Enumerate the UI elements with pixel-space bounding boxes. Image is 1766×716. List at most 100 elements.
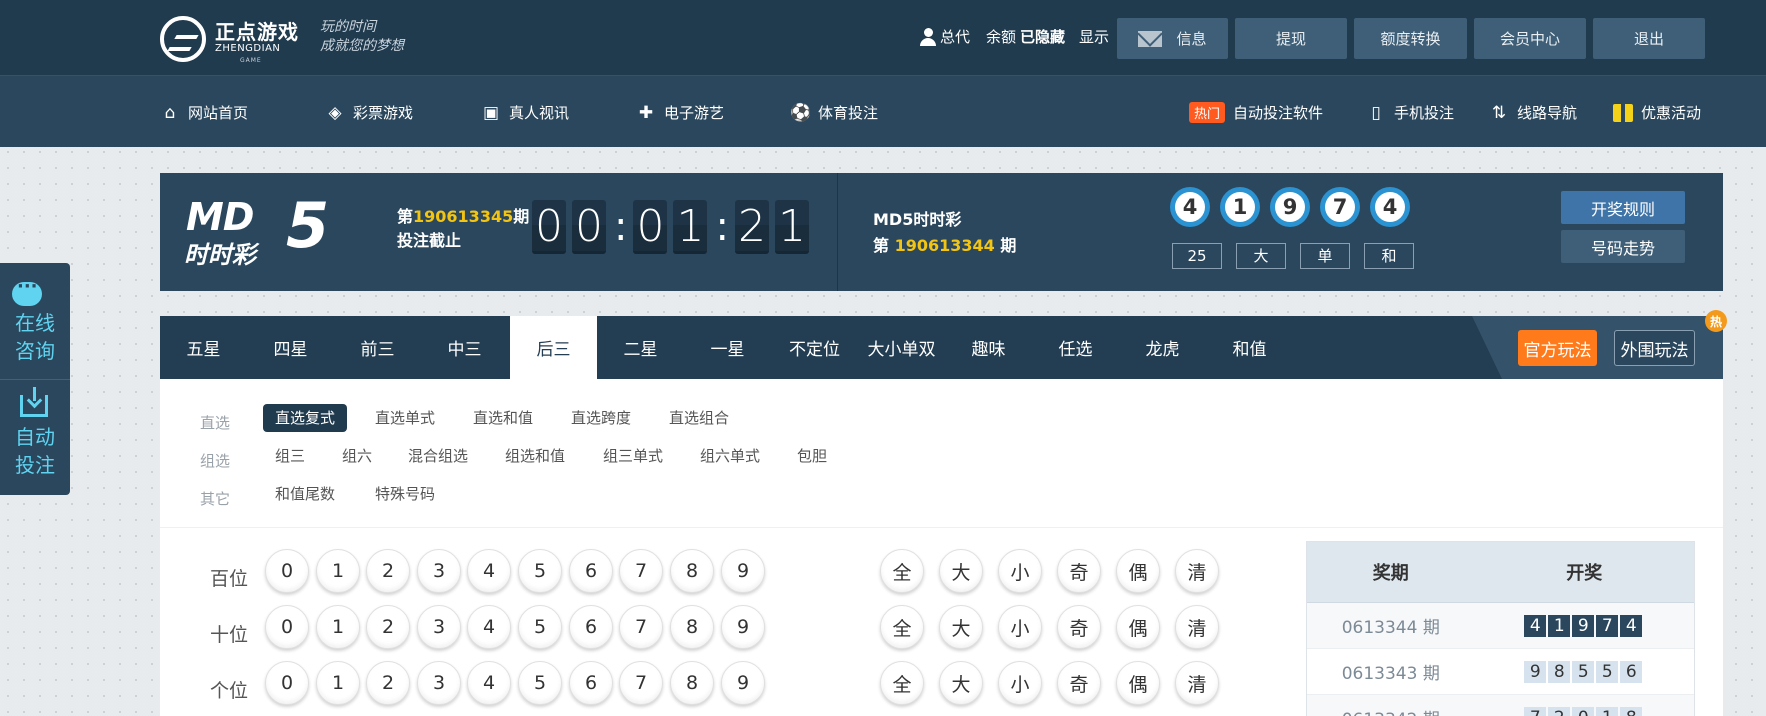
number-ball[interactable]: 8 — [670, 661, 714, 705]
number-ball[interactable]: 4 — [467, 605, 511, 649]
result-ball-number: 7 — [1325, 192, 1355, 222]
outer-play-button[interactable]: 外围玩法 — [1614, 330, 1695, 366]
number-ball[interactable]: 1 — [316, 661, 360, 705]
tab-five-star[interactable]: 五星 — [160, 316, 247, 379]
show-balance-link[interactable]: 显示 — [1079, 26, 1109, 47]
tab-one-star[interactable]: 一星 — [684, 316, 771, 379]
number-ball[interactable]: 1 — [316, 605, 360, 649]
messages-button[interactable]: 信息 — [1117, 18, 1228, 59]
quick-select-button[interactable]: 清 — [1175, 605, 1219, 649]
nav-auto-bet-software[interactable]: 热门 自动投注软件 — [1189, 102, 1323, 123]
tab-four-star[interactable]: 四星 — [247, 316, 334, 379]
nav-lottery[interactable]: ◈ 彩票游戏 — [325, 102, 413, 123]
official-play-button[interactable]: 官方玩法 — [1518, 330, 1597, 366]
number-ball[interactable]: 0 — [265, 549, 309, 593]
quick-select-button[interactable]: 奇 — [1057, 605, 1101, 649]
number-ball[interactable]: 2 — [366, 605, 410, 649]
number-ball[interactable]: 0 — [265, 661, 309, 705]
result-tag-sum: 25 — [1172, 243, 1222, 269]
tab-fun[interactable]: 趣味 — [945, 316, 1032, 379]
tab-front-three[interactable]: 前三 — [334, 316, 421, 379]
number-ball[interactable]: 6 — [569, 605, 613, 649]
number-ball[interactable]: 9 — [721, 605, 765, 649]
nav-slots[interactable]: ✚ 电子游艺 — [636, 102, 724, 123]
tab-sum[interactable]: 和值 — [1206, 316, 1293, 379]
number-ball[interactable]: 3 — [417, 605, 461, 649]
number-ball[interactable]: 6 — [569, 549, 613, 593]
tab-two-star[interactable]: 二星 — [597, 316, 684, 379]
subplay-sum-tail[interactable]: 和值尾数 — [263, 480, 347, 508]
number-ball[interactable]: 5 — [518, 605, 562, 649]
number-ball[interactable]: 1 — [316, 549, 360, 593]
number-ball[interactable]: 4 — [467, 549, 511, 593]
number-ball[interactable]: 2 — [366, 549, 410, 593]
member-center-button[interactable]: 会员中心 — [1474, 18, 1586, 59]
subplay-special-number[interactable]: 特殊号码 — [363, 480, 447, 508]
quick-select-button[interactable]: 奇 — [1057, 661, 1101, 705]
subplay-direct-single[interactable]: 直选单式 — [363, 404, 447, 432]
number-ball[interactable]: 2 — [366, 661, 410, 705]
quick-select-button[interactable]: 大 — [939, 549, 983, 593]
tab-unfixed[interactable]: 不定位 — [771, 316, 858, 379]
number-ball[interactable]: 8 — [670, 605, 714, 649]
draw-rules-button[interactable]: 开奖规则 — [1561, 191, 1685, 224]
tab-middle-three[interactable]: 中三 — [421, 316, 508, 379]
subplay-mixed-group[interactable]: 混合组选 — [396, 442, 480, 470]
current-issue-suffix: 期 — [513, 207, 530, 226]
subplay-direct-sum[interactable]: 直选和值 — [461, 404, 545, 432]
quick-select-button[interactable]: 小 — [998, 605, 1042, 649]
quick-select-button[interactable]: 清 — [1175, 661, 1219, 705]
quick-select-button[interactable]: 全 — [880, 605, 924, 649]
nav-line-navigation[interactable]: ⇅ 线路导航 — [1489, 102, 1577, 123]
subplay-direct-multiple[interactable]: 直选复式 — [263, 404, 348, 432]
number-ball[interactable]: 0 — [265, 605, 309, 649]
transfer-button[interactable]: 额度转换 — [1354, 18, 1467, 59]
quick-select-button[interactable]: 奇 — [1057, 549, 1101, 593]
number-ball[interactable]: 9 — [721, 549, 765, 593]
subgroup-label-group: 组选 — [200, 452, 231, 470]
subplay-direct-combo[interactable]: 直选组合 — [657, 404, 741, 432]
number-ball[interactable]: 8 — [670, 549, 714, 593]
number-ball[interactable]: 7 — [619, 549, 663, 593]
quick-select-button[interactable]: 大 — [939, 661, 983, 705]
tab-big-small-odd-even[interactable]: 大小单双 — [858, 316, 945, 379]
number-ball[interactable]: 7 — [619, 661, 663, 705]
quick-select-button[interactable]: 全 — [880, 661, 924, 705]
number-ball[interactable]: 9 — [721, 661, 765, 705]
quick-select-button[interactable]: 全 — [880, 549, 924, 593]
subplay-direct-span[interactable]: 直选跨度 — [559, 404, 643, 432]
subplay-group-six-single[interactable]: 组六单式 — [688, 442, 772, 470]
quick-select-button[interactable]: 大 — [939, 605, 983, 649]
number-ball[interactable]: 3 — [417, 661, 461, 705]
quick-select-button[interactable]: 小 — [998, 661, 1042, 705]
subplay-group-three[interactable]: 组三 — [263, 442, 317, 470]
number-ball[interactable]: 3 — [417, 549, 461, 593]
nav-home[interactable]: ⌂ 网站首页 — [160, 102, 248, 123]
subplay-group-six[interactable]: 组六 — [330, 442, 384, 470]
nav-live-casino[interactable]: ▣ 真人视讯 — [481, 102, 569, 123]
quick-select-button[interactable]: 偶 — [1116, 549, 1160, 593]
withdraw-button[interactable]: 提现 — [1235, 18, 1347, 59]
logout-button[interactable]: 退出 — [1593, 18, 1705, 59]
nav-mobile-bet[interactable]: ▯ 手机投注 — [1366, 102, 1454, 123]
subplay-gallbladder[interactable]: 包胆 — [785, 442, 839, 470]
tab-dragon-tiger[interactable]: 龙虎 — [1119, 316, 1206, 379]
number-ball[interactable]: 4 — [467, 661, 511, 705]
number-ball[interactable]: 7 — [619, 605, 663, 649]
quick-select-button[interactable]: 清 — [1175, 549, 1219, 593]
number-trend-button[interactable]: 号码走势 — [1561, 230, 1685, 263]
quick-select-button[interactable]: 偶 — [1116, 605, 1160, 649]
number-ball[interactable]: 5 — [518, 661, 562, 705]
site-logo[interactable]: 正点游戏 ZHENGDIAN GAME — [160, 14, 310, 64]
subplay-group-sum[interactable]: 组选和值 — [493, 442, 577, 470]
number-ball[interactable]: 5 — [518, 549, 562, 593]
quick-select-button[interactable]: 偶 — [1116, 661, 1160, 705]
number-ball[interactable]: 6 — [569, 661, 613, 705]
nav-sports[interactable]: ⚽ 体育投注 — [790, 102, 878, 123]
nav-promotions[interactable]: 优惠活动 — [1613, 102, 1701, 123]
tab-any[interactable]: 任选 — [1032, 316, 1119, 379]
tab-back-three[interactable]: 后三 — [510, 316, 597, 379]
quick-select-button[interactable]: 小 — [998, 549, 1042, 593]
history-number: 7 — [1524, 706, 1547, 716]
subplay-group-three-single[interactable]: 组三单式 — [591, 442, 675, 470]
